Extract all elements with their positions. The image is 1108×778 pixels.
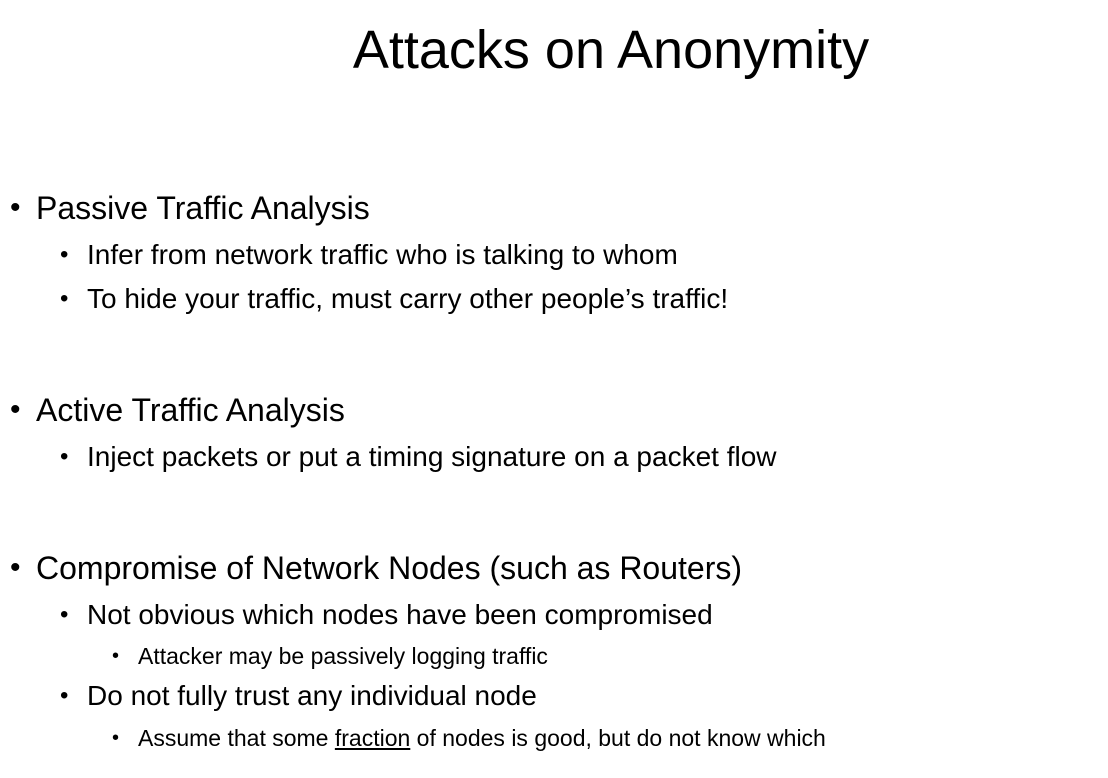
bullet-text: Attacker may be passively logging traffi… bbox=[138, 643, 548, 669]
bullet-text-before: Assume that some bbox=[138, 725, 335, 751]
slide-title: Attacks on Anonymity bbox=[352, 20, 870, 80]
bullet-active-traffic-analysis: • Active Traffic Analysis bbox=[10, 390, 345, 430]
bullet-text: Inject packets or put a timing signature… bbox=[87, 441, 777, 472]
bullet-text: To hide your traffic, must carry other p… bbox=[87, 283, 729, 314]
bullet-text: Infer from network traffic who is talkin… bbox=[87, 239, 678, 270]
bullet-compromise-network-nodes: • Compromise of Network Nodes (such as R… bbox=[10, 548, 743, 588]
bullet-dot-icon: • bbox=[112, 727, 120, 749]
subbullet-not-obvious-compromised: • Not obvious which nodes have been comp… bbox=[60, 597, 713, 633]
bullet-text: Not obvious which nodes have been compro… bbox=[87, 599, 713, 630]
bullet-dot-icon: • bbox=[60, 601, 69, 628]
bullet-dot-icon: • bbox=[60, 443, 69, 470]
bullet-dot-icon: • bbox=[10, 551, 21, 584]
subsubbullet-assume-fraction: • Assume that some fraction of nodes is … bbox=[112, 723, 826, 753]
slide: Attacks on Anonymity • Passive Traffic A… bbox=[0, 0, 1108, 778]
bullet-dot-icon: • bbox=[60, 682, 69, 709]
bullet-dot-icon: • bbox=[60, 241, 69, 268]
subbullet-infer-traffic: • Infer from network traffic who is talk… bbox=[60, 237, 678, 273]
underlined-emphasis: fraction bbox=[334, 725, 411, 751]
subbullet-do-not-trust-node: • Do not fully trust any individual node bbox=[60, 678, 537, 714]
bullet-dot-icon: • bbox=[60, 285, 69, 312]
bullet-text: Compromise of Network Nodes (such as Rou… bbox=[36, 550, 743, 586]
bullet-passive-traffic-analysis: • Passive Traffic Analysis bbox=[10, 188, 370, 228]
bullet-text: Active Traffic Analysis bbox=[36, 392, 345, 428]
subbullet-inject-packets: • Inject packets or put a timing signatu… bbox=[60, 439, 777, 475]
subbullet-hide-traffic: • To hide your traffic, must carry other… bbox=[60, 281, 729, 317]
subsubbullet-attacker-logging: • Attacker may be passively logging traf… bbox=[112, 641, 548, 671]
bullet-text: Passive Traffic Analysis bbox=[36, 190, 370, 226]
bullet-text: Do not fully trust any individual node bbox=[87, 680, 537, 711]
bullet-dot-icon: • bbox=[10, 191, 21, 224]
bullet-dot-icon: • bbox=[10, 393, 21, 426]
bullet-text-after: of nodes is good, but do not know which bbox=[410, 725, 826, 751]
bullet-dot-icon: • bbox=[112, 645, 120, 667]
